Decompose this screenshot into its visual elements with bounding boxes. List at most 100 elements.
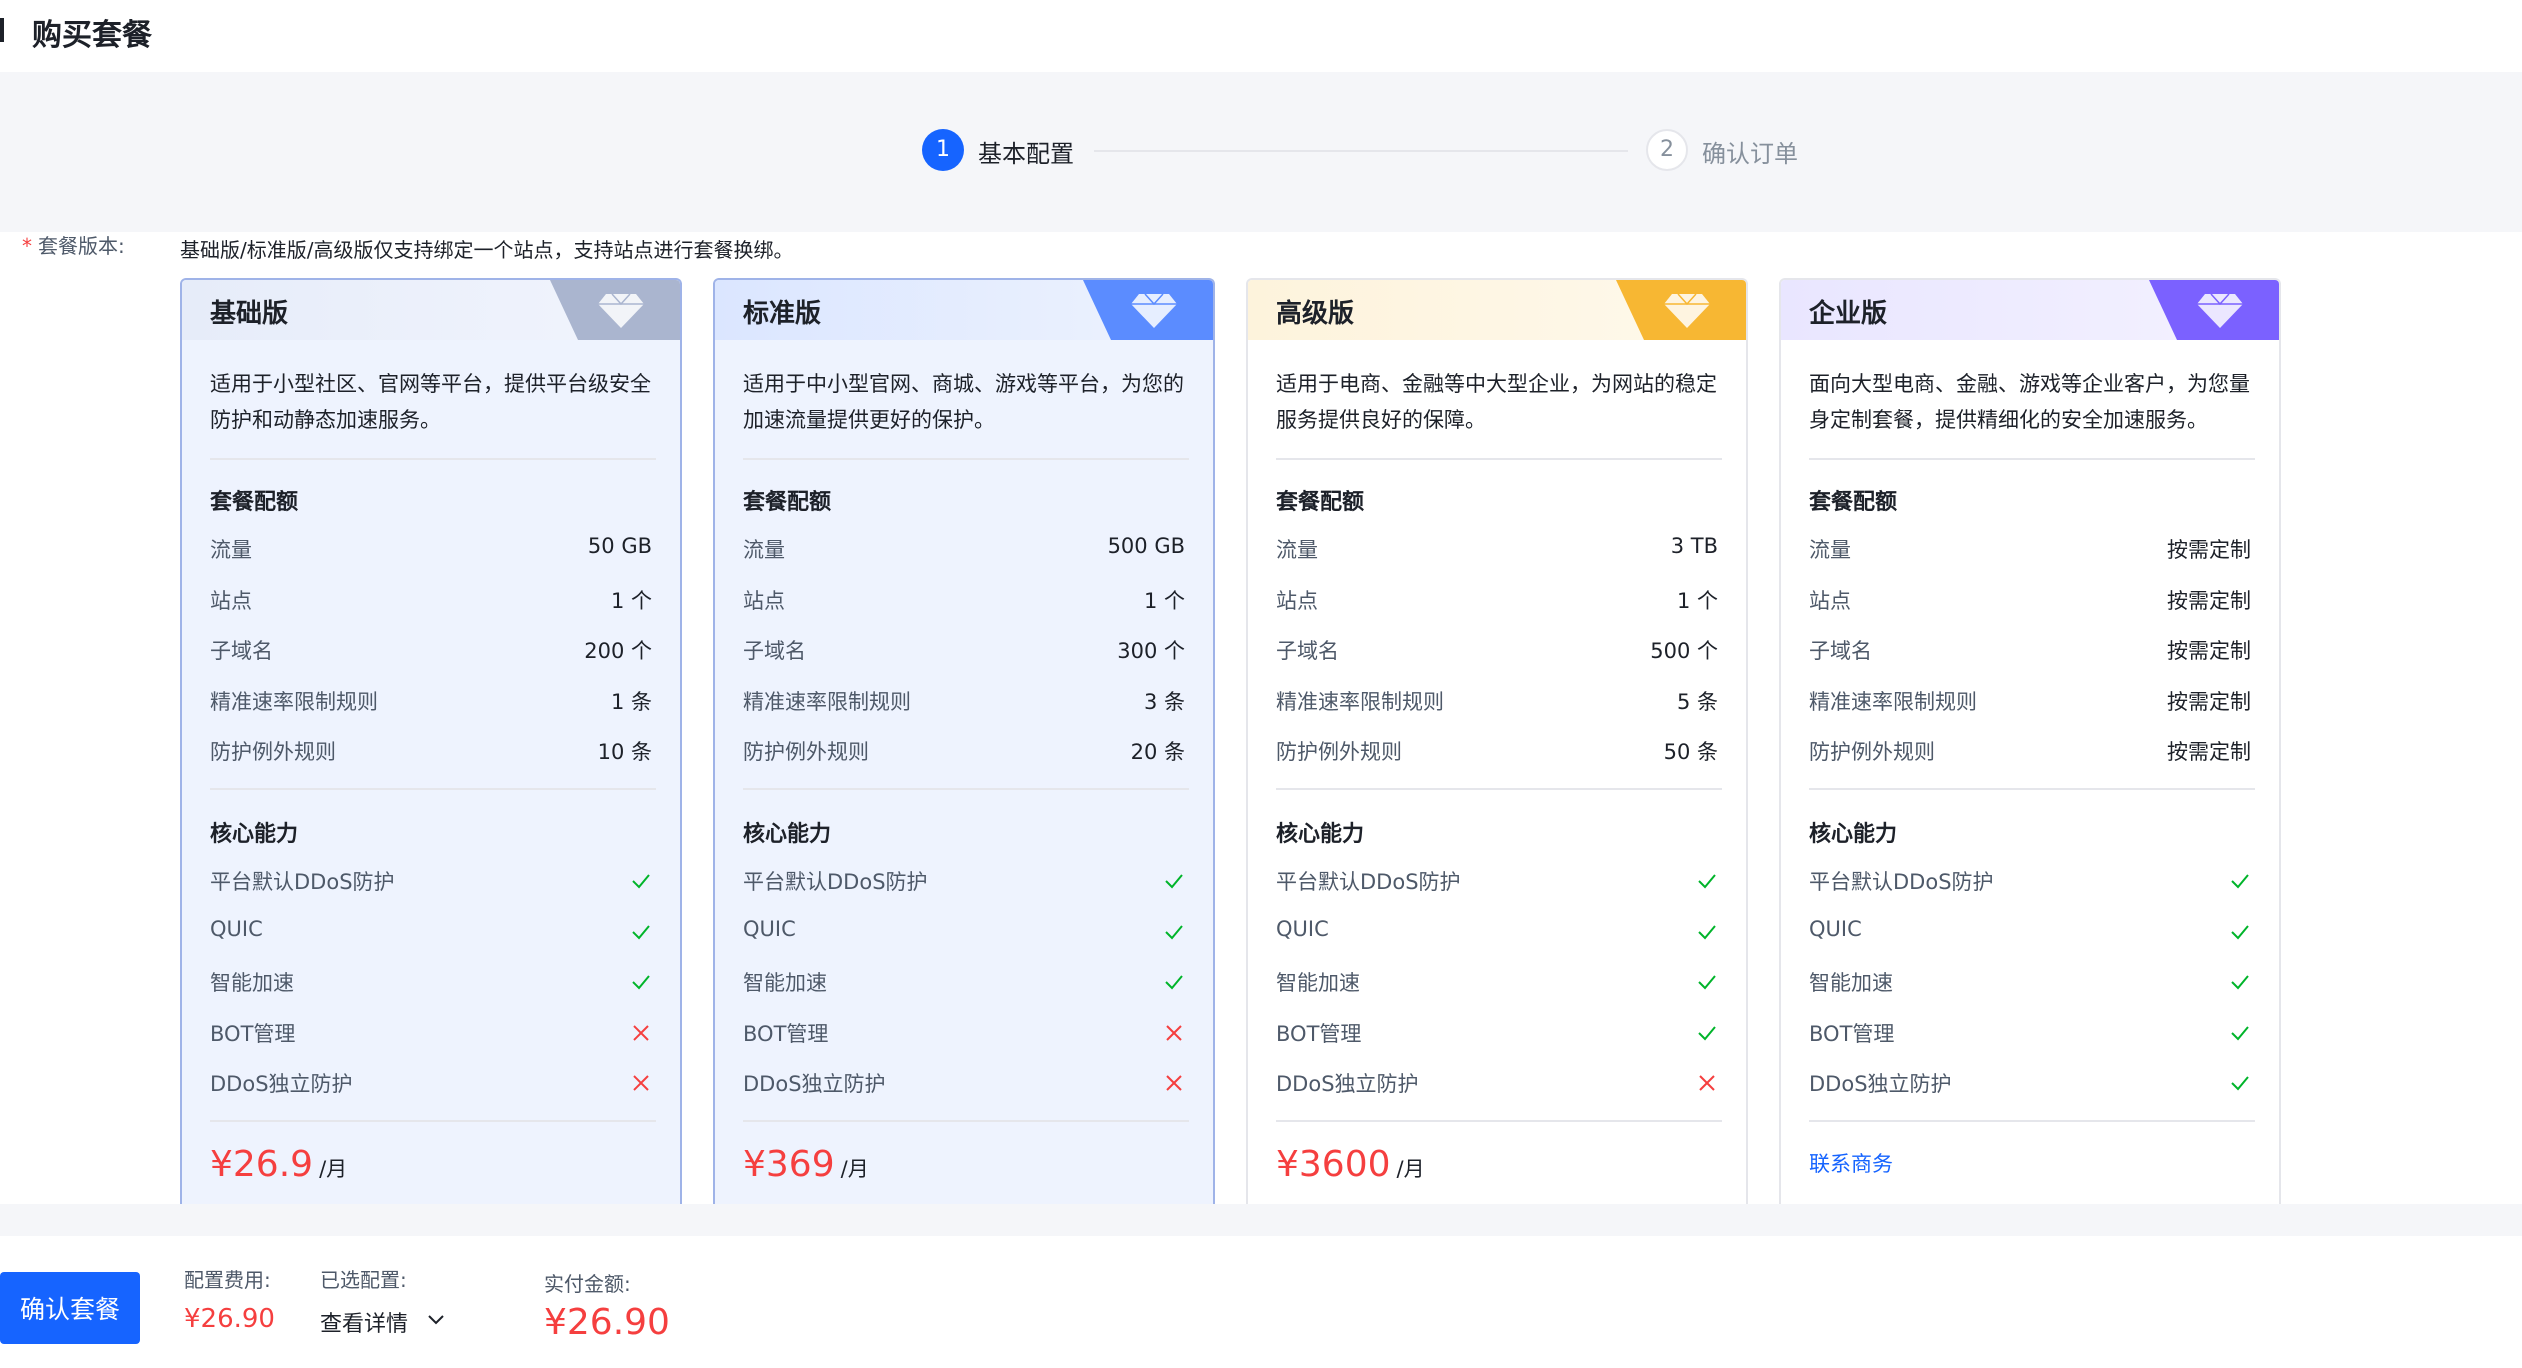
check-icon bbox=[2231, 874, 2249, 889]
quota-value: 500 个 bbox=[1650, 639, 1718, 663]
quota-label: 防护例外规则 bbox=[210, 740, 336, 764]
plan-card-advanced[interactable]: 高级版 适用于电商、金融等中大型企业，为网站的稳定服务提供良好的保障。 套餐配额 流量… bbox=[1246, 278, 1748, 1204]
quota-value: 50 条 bbox=[1663, 740, 1718, 764]
divider bbox=[743, 1120, 1189, 1122]
quota-value: 500 GB bbox=[1107, 534, 1185, 558]
checkout-footer: 确认套餐 配置费用: ¥26.90 已选配置: 查看详情 实付金额: ¥26.9… bbox=[0, 1236, 2522, 1368]
check-icon bbox=[1698, 1025, 1716, 1040]
plan-name: 高级版 bbox=[1276, 299, 1355, 329]
plan-version-label-text: 套餐版本: bbox=[38, 234, 125, 258]
plan-name: 企业版 bbox=[1809, 299, 1888, 329]
quota-label: 精准速率限制规则 bbox=[210, 689, 378, 714]
feature-label: 平台默认DDoS防护 bbox=[1809, 870, 1994, 894]
quota-section-title: 套餐配额 bbox=[743, 490, 832, 515]
view-details-link[interactable]: 查看详情 bbox=[320, 1306, 408, 1338]
plan-version-label: * 套餐版本: bbox=[22, 230, 125, 259]
plan-description: 适用于小型社区、官网等平台，提供平台级安全防护和动静态加速服务。 bbox=[210, 372, 651, 432]
quota-value: 300 个 bbox=[1117, 639, 1185, 663]
confirm-plan-button[interactable]: 确认套餐 bbox=[0, 1272, 140, 1344]
stepper: 1 基本配置 2 确认订单 bbox=[0, 72, 2522, 232]
check-icon bbox=[1165, 975, 1183, 990]
feature-label: 平台默认DDoS防护 bbox=[210, 870, 395, 894]
quota-value: 按需定制 bbox=[2167, 689, 2251, 714]
plan-badge bbox=[1616, 280, 1746, 340]
price-unit: /月 bbox=[1396, 1157, 1425, 1181]
step-connector bbox=[1094, 150, 1628, 152]
feature-label: DDoS独立防护 bbox=[1809, 1072, 1952, 1096]
quota-label: 子域名 bbox=[210, 639, 273, 663]
contact-sales-link[interactable]: 联系商务 bbox=[1809, 1148, 1893, 1178]
feature-section-title: 核心能力 bbox=[1276, 822, 1365, 847]
quota-value: 1 个 bbox=[610, 588, 652, 613]
quota-label: 精准速率限制规则 bbox=[1809, 689, 1977, 714]
quota-label: 防护例外规则 bbox=[1809, 740, 1935, 764]
divider bbox=[743, 458, 1189, 460]
divider bbox=[1809, 458, 2255, 460]
footer-gap bbox=[0, 1204, 2522, 1236]
plan-price-value: ¥369 bbox=[743, 1144, 835, 1185]
quota-value: 按需定制 bbox=[2167, 538, 2251, 562]
plan-version-hint: 基础版/标准版/高级版仅支持绑定一个站点，支持站点进行套餐换绑。 bbox=[180, 238, 794, 262]
divider bbox=[210, 458, 656, 460]
cross-icon bbox=[1166, 1024, 1182, 1041]
check-icon bbox=[1165, 874, 1183, 889]
feature-section-title: 核心能力 bbox=[210, 822, 299, 847]
feature-section-title: 核心能力 bbox=[1809, 822, 1898, 847]
price-unit: /月 bbox=[840, 1157, 869, 1181]
divider bbox=[1276, 458, 1722, 460]
divider bbox=[743, 788, 1189, 790]
plan-price: ¥3600/月 bbox=[1276, 1144, 1425, 1185]
check-icon bbox=[632, 874, 650, 889]
divider bbox=[1809, 1120, 2255, 1122]
quota-value: 按需定制 bbox=[2167, 588, 2251, 613]
feature-label: 平台默认DDoS防护 bbox=[743, 870, 928, 894]
step-1-label: 基本配置 bbox=[978, 140, 1074, 168]
quota-value: 3 TB bbox=[1670, 534, 1718, 558]
check-icon bbox=[1165, 924, 1183, 939]
plan-description: 适用于电商、金融等中大型企业，为网站的稳定服务提供良好的保障。 bbox=[1276, 372, 1717, 432]
plan-name: 基础版 bbox=[210, 299, 289, 329]
plan-badge bbox=[550, 280, 680, 340]
check-icon bbox=[2231, 975, 2249, 990]
quota-section-title: 套餐配额 bbox=[1809, 490, 1898, 515]
page-title: 购买套餐 bbox=[32, 18, 152, 53]
feature-label: QUIC bbox=[210, 916, 263, 941]
plan-card-enterprise[interactable]: 企业版 面向大型电商、金融、游戏等企业客户，为您量身定制套餐，提供精细化的安全加速… bbox=[1779, 278, 2281, 1204]
check-icon bbox=[632, 924, 650, 939]
plan-price-value: ¥26.9 bbox=[210, 1144, 314, 1185]
price-unit: /月 bbox=[319, 1157, 348, 1181]
cross-icon bbox=[633, 1024, 649, 1041]
feature-label: QUIC bbox=[1809, 916, 1862, 941]
check-icon bbox=[1698, 874, 1716, 889]
step-2-indicator: 2 bbox=[1646, 129, 1688, 171]
feature-label: DDoS独立防护 bbox=[1276, 1072, 1419, 1096]
quota-value: 10 条 bbox=[597, 740, 652, 764]
quota-label: 子域名 bbox=[1276, 639, 1339, 663]
check-icon bbox=[1698, 924, 1716, 939]
quota-label: 防护例外规则 bbox=[1276, 740, 1402, 764]
chevron-down-icon[interactable] bbox=[424, 1308, 448, 1332]
check-icon bbox=[1698, 975, 1716, 990]
header-accent-bar bbox=[0, 18, 4, 42]
paid-amount-label: 实付金额: bbox=[544, 1272, 631, 1296]
quota-section-title: 套餐配额 bbox=[1276, 490, 1365, 515]
quota-label: 子域名 bbox=[743, 639, 806, 663]
page-header: 购买套餐 bbox=[0, 0, 2522, 72]
feature-label: 平台默认DDoS防护 bbox=[1276, 870, 1461, 894]
check-icon bbox=[2231, 1076, 2249, 1091]
quota-value: 50 GB bbox=[587, 534, 652, 558]
feature-label: BOT管理 bbox=[1809, 1021, 1895, 1046]
check-icon bbox=[2231, 1025, 2249, 1040]
quota-label: 防护例外规则 bbox=[743, 740, 869, 764]
quota-value: 3 条 bbox=[1143, 689, 1185, 714]
plan-card-basic[interactable]: 基础版 适用于小型社区、官网等平台，提供平台级安全防护和动静态加速服务。 套餐配额流… bbox=[180, 278, 682, 1204]
plan-card-standard[interactable]: 标准版 适用于中小型官网、商城、游戏等平台，为您的加速流量提供更好的保护。 套餐配额… bbox=[713, 278, 1215, 1204]
feature-label: 智能加速 bbox=[1276, 971, 1360, 995]
step-2-label: 确认订单 bbox=[1702, 140, 1798, 168]
quota-label: 精准速率限制规则 bbox=[743, 689, 911, 714]
quota-section-title: 套餐配额 bbox=[210, 490, 299, 515]
quota-label: 流量 bbox=[1809, 538, 1851, 562]
quota-label: 站点 bbox=[1276, 588, 1318, 613]
plan-badge bbox=[1083, 280, 1213, 340]
plan-price: ¥369/月 bbox=[743, 1144, 869, 1185]
